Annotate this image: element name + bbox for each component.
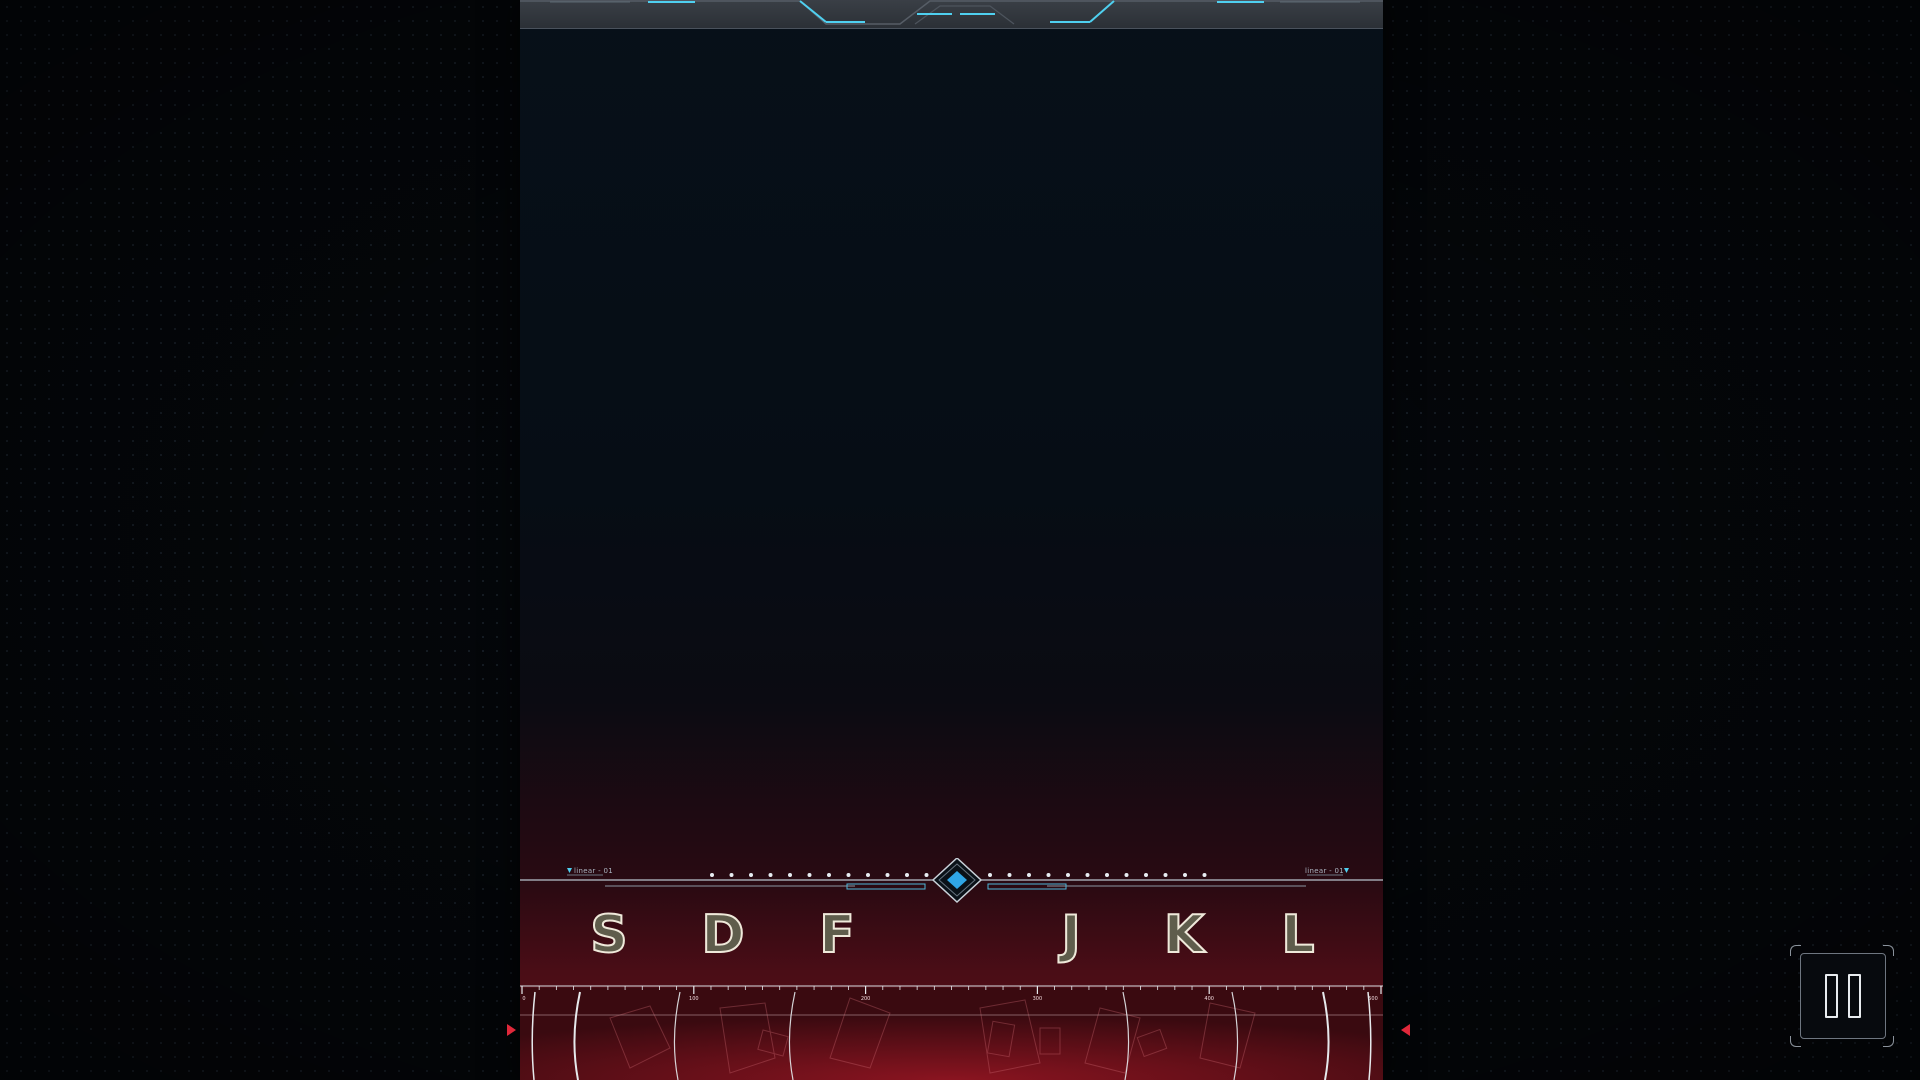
frame-corner bbox=[1790, 1036, 1801, 1047]
judge-dot bbox=[788, 873, 792, 877]
judge-dot bbox=[1124, 873, 1129, 877]
judge-dot bbox=[827, 873, 831, 877]
judge-dot bbox=[729, 873, 734, 877]
key-hint-l: L bbox=[1280, 904, 1315, 966]
ruler-graphic: 0 100 200 300 400 500 bbox=[520, 985, 1383, 1080]
ruler-tick-label: 300 bbox=[1033, 996, 1043, 1002]
judge-dot bbox=[924, 873, 929, 877]
judge-dot bbox=[807, 873, 812, 877]
left-lane-marker-icon bbox=[507, 1024, 516, 1036]
judge-dot bbox=[1144, 873, 1148, 877]
play-lane: linear - 01 linear - 01 S D F J K L 0 10… bbox=[520, 0, 1383, 1080]
bottom-ruler: 0 100 200 300 400 500 bbox=[520, 978, 1383, 1080]
judge-dot bbox=[905, 873, 909, 877]
pause-icon bbox=[1825, 974, 1838, 1018]
ruler-tick-label: 200 bbox=[861, 996, 871, 1002]
judge-dot bbox=[885, 873, 890, 877]
pause-icon bbox=[1848, 974, 1861, 1018]
key-hint-d: D bbox=[700, 904, 745, 966]
pause-button[interactable] bbox=[1800, 953, 1886, 1039]
ruler-tick-label: 500 bbox=[1368, 996, 1378, 1002]
judge-dot bbox=[710, 873, 714, 877]
judge-dot bbox=[1046, 873, 1051, 877]
key-hint-f: F bbox=[818, 904, 856, 966]
judgement-line: linear - 01 linear - 01 bbox=[520, 858, 1383, 908]
key-hint-k: K bbox=[1163, 904, 1205, 966]
ruler-tick-label: 400 bbox=[1204, 996, 1214, 1002]
judge-dot bbox=[1183, 873, 1187, 877]
judgement-line-graphic bbox=[520, 858, 1383, 904]
top-hud-ornament bbox=[520, 0, 1383, 25]
right-track-label: linear - 01 bbox=[1305, 867, 1344, 875]
key-hint-row: S D F J K L bbox=[520, 904, 1383, 966]
judge-dot bbox=[768, 873, 773, 877]
judge-dot bbox=[866, 873, 870, 877]
judge-dot bbox=[1202, 873, 1207, 877]
judge-dot bbox=[1066, 873, 1070, 877]
key-hint-s: S bbox=[589, 904, 628, 966]
top-hud-bar bbox=[520, 0, 1383, 29]
right-lane-marker-icon bbox=[1401, 1024, 1410, 1036]
ruler-tick-label: 100 bbox=[689, 996, 699, 1002]
judge-dot bbox=[988, 873, 992, 877]
judge-dot bbox=[1105, 873, 1109, 877]
left-track-label: linear - 01 bbox=[574, 867, 613, 875]
judge-dot bbox=[1027, 873, 1031, 877]
pause-button-frame bbox=[1790, 945, 1894, 1047]
key-hint-j: J bbox=[1060, 904, 1081, 966]
judge-dot bbox=[1085, 873, 1090, 877]
judge-dot bbox=[846, 873, 851, 877]
judge-dot bbox=[1163, 873, 1168, 877]
judge-dot bbox=[749, 873, 753, 877]
frame-corner bbox=[1790, 945, 1801, 956]
judge-dot bbox=[1007, 873, 1012, 877]
ruler-tick-label: 0 bbox=[522, 996, 525, 1002]
